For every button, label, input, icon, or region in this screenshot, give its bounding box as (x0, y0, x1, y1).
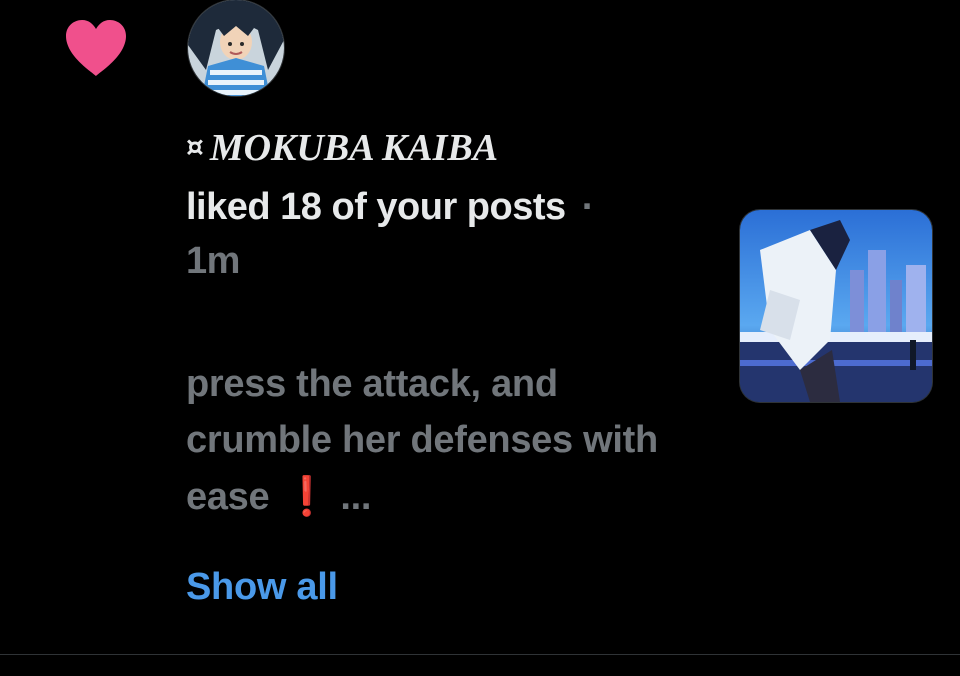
excerpt-ellipsis: ... (340, 476, 372, 518)
heart-icon (66, 20, 126, 76)
separator-dot: · (581, 186, 595, 228)
avatar-image (188, 0, 284, 96)
show-all-link[interactable]: Show all (186, 562, 338, 612)
action-line: liked 18 of your posts · 1m (186, 180, 706, 288)
post-excerpt-text: press the attack, and crumble her defens… (186, 363, 658, 518)
post-thumbnail[interactable] (740, 210, 932, 402)
divider (0, 654, 960, 655)
avatar[interactable] (188, 0, 284, 96)
post-excerpt: press the attack, and crumble her defens… (186, 356, 706, 525)
post-thumbnail-image (740, 210, 932, 402)
name-symbol: ¤ (186, 130, 204, 163)
name-text: MOKUBA KAIBA (209, 127, 499, 169)
action-text: liked 18 of your posts (186, 186, 566, 228)
exclamation-emoji: ❗ (283, 474, 331, 518)
timestamp: 1m (186, 240, 240, 282)
user-display-name[interactable]: ¤ MOKUBA KAIBA (186, 124, 498, 170)
notification-item[interactable]: ¤ MOKUBA KAIBA liked 18 of your posts · 1… (0, 0, 960, 654)
